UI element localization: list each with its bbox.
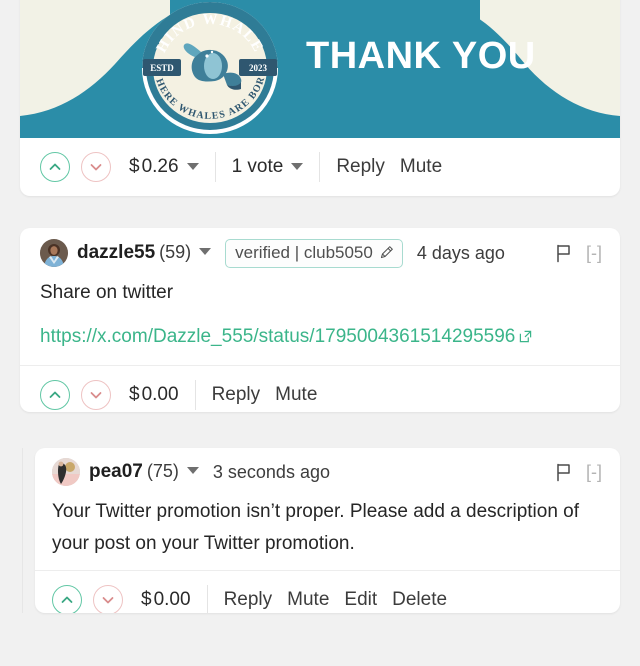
delete-button[interactable]: Delete [392,589,447,611]
mute-button[interactable]: Mute [275,384,317,406]
comment-action-links: Reply Mute [212,384,318,406]
chevron-down-icon [90,391,102,398]
post-banner-image: ESTD 2023 HIND WHALE WHERE WHALES ARE BO… [20,0,620,138]
svg-text:2023: 2023 [249,63,268,73]
flag-icon[interactable] [555,463,572,482]
mute-button[interactable]: Mute [400,156,442,178]
post-action-links: Reply Mute [336,156,442,178]
comment-link-text: https://x.com/Dazzle_555/status/17950043… [40,326,516,347]
upvote-button[interactable] [40,379,70,410]
comment-card-dazzle55: dazzle55 (59) verified | club5050 4 days … [20,228,620,412]
mute-button[interactable]: Mute [287,589,329,611]
comment-action-bar: $0.00 Reply Mute [20,365,620,412]
downvote-button[interactable] [81,379,111,410]
divider [206,584,208,613]
payout-currency: $ [129,156,140,177]
chevron-down-icon [102,596,114,603]
post-card: ESTD 2023 HIND WHALE WHERE WHALES ARE BO… [20,0,620,196]
divider [194,379,196,410]
chevron-down-icon [291,163,304,170]
external-link-icon [519,323,532,353]
whale-emblem-icon: ESTD 2023 HIND WHALE WHERE WHALES ARE BO… [139,0,281,137]
avatar-image [52,458,80,486]
svg-text:ESTD: ESTD [150,63,174,73]
comment-author[interactable]: pea07 (75) [89,461,199,483]
comment-author[interactable]: dazzle55 (59) [77,242,212,264]
chevron-down-icon [90,164,102,171]
comment-action-bar: $0.00 Reply Mute Edit Delete [35,570,620,613]
comment-link[interactable]: https://x.com/Dazzle_555/status/17950043… [40,322,532,353]
vote-count-label: 1 vote [231,156,284,177]
comment-author-reputation: (75) [146,461,179,481]
comment-author-name: dazzle55 [77,242,156,263]
reply-button[interactable]: Reply [336,156,385,178]
divider [319,152,321,182]
chevron-down-icon [199,248,212,255]
comment-header: dazzle55 (59) verified | club5050 4 days … [20,228,620,278]
payout-value: $0.00 [141,589,191,611]
flag-icon[interactable] [555,244,572,263]
avatar-image [40,239,68,267]
chevron-down-icon [186,163,199,170]
comment-text: Your Twitter promotion isn’t proper. Ple… [52,501,580,554]
edit-button[interactable]: Edit [344,589,377,611]
payout-value[interactable]: $0.26 [129,156,199,178]
status-badge: verified | club5050 [225,238,403,268]
payout-value: $0.00 [129,384,179,406]
payout-currency: $ [129,383,140,405]
comment-body: Your Twitter promotion isn’t proper. Ple… [35,496,620,560]
chevron-up-icon [49,163,61,170]
payout-amount: 0.26 [141,156,179,177]
comment-header-actions: [-] [555,243,602,264]
vote-count[interactable]: 1 vote [232,156,304,178]
thread-line [22,448,23,613]
divider [214,152,216,182]
comment-body: Share on twitter https://x.com/Dazzle_55… [20,278,620,353]
collapse-toggle[interactable]: [-] [586,243,602,264]
comment-action-links: Reply Mute Edit Delete [224,589,448,611]
avatar[interactable] [52,458,80,486]
comment-thread-page: ESTD 2023 HIND WHALE WHERE WHALES ARE BO… [0,0,640,666]
chevron-up-icon [49,391,61,398]
comment-author-reputation: (59) [159,242,192,262]
pen-nib-icon [380,246,393,259]
status-badge-label: verified | club5050 [235,242,373,262]
collapse-toggle[interactable]: [-] [586,462,602,483]
comment-timestamp: 3 seconds ago [212,461,330,482]
comment-timestamp: 4 days ago [416,242,505,263]
payout-amount: 0.00 [153,588,191,610]
comment-header-actions: [-] [555,462,602,483]
chevron-up-icon [61,596,73,603]
comment-author-name: pea07 [89,461,143,482]
avatar[interactable] [40,239,68,267]
reply-button[interactable]: Reply [212,384,261,406]
post-action-bar: $0.26 1 vote Reply Mute [20,138,620,196]
downvote-button[interactable] [93,584,123,613]
payout-amount: 0.00 [141,383,179,405]
upvote-button[interactable] [52,584,82,613]
comment-text: Share on twitter [40,282,174,303]
reply-button[interactable]: Reply [224,589,273,611]
payout-currency: $ [141,588,152,610]
comment-header: pea07 (75) 3 seconds ago [-] [35,448,620,496]
chevron-down-icon [186,467,199,474]
downvote-button[interactable] [81,152,111,182]
banner-title: THANK YOU [306,35,536,77]
upvote-button[interactable] [40,152,70,182]
comment-card-pea07: pea07 (75) 3 seconds ago [-] Your Twitter… [35,448,620,613]
